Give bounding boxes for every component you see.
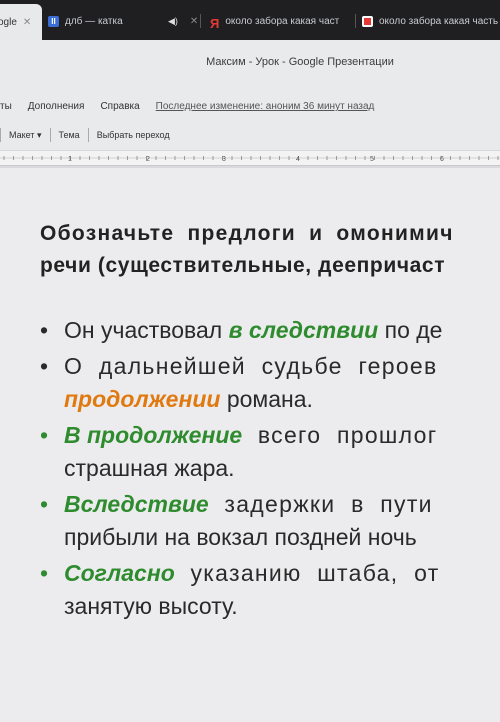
tab-google[interactable]: ogle ✕ (0, 4, 42, 40)
ruler-number: 3 (222, 156, 226, 163)
highlight-word: В продолжение (64, 422, 243, 448)
bullet-text: всего прошлог (242, 422, 438, 448)
list-item: • Вследствие задержки в пути прибыли на … (40, 488, 500, 554)
ruler-number: 2 (146, 156, 150, 163)
last-edit-link[interactable]: Последнее изменение: аноним 36 минут наз… (156, 101, 375, 112)
bullet-text: романа. (220, 386, 313, 412)
list-item: • О дальнейшей судьбе героев продолжении… (40, 350, 500, 416)
bullet-dot-icon: • (40, 422, 49, 448)
ruler: 1 2 3 4 5 6 (0, 151, 500, 166)
tab-search-second[interactable]: около забора какая часть (362, 6, 500, 36)
tab-divider (200, 14, 201, 28)
bullet-text: указанию штаба, от (174, 560, 440, 586)
tab-audio-controls[interactable]: ◀) ✕ (168, 6, 198, 36)
transition-button[interactable]: Выбрать переход (89, 130, 178, 140)
toolbar: Макет ▾ Тема Выбрать переход (0, 124, 178, 146)
speaker-icon[interactable]: ◀) (168, 16, 178, 27)
browser-tab-strip: ogle ✕ II длб — катка ◀) ✕ Я около забор… (0, 0, 500, 40)
menu-bar: ты Дополнения Справка Последнее изменени… (0, 101, 390, 112)
tab-label: около забора какая часть (379, 15, 499, 27)
tab-dlb-katka[interactable]: II длб — катка (48, 6, 158, 36)
menu-item-addons[interactable]: Дополнения (28, 101, 85, 112)
tab-divider (355, 14, 356, 28)
tab-search-yandex[interactable]: Я около забора какая част (210, 6, 352, 36)
bullet-text: задержки в пути (208, 491, 433, 517)
highlight-word: Согласно (64, 560, 175, 586)
bullet-dot-icon: • (40, 560, 49, 586)
ruler-ticks: 1 2 3 4 5 6 (0, 156, 500, 163)
bullet-text: Он участвовал (64, 317, 229, 343)
close-icon[interactable]: ✕ (23, 17, 31, 28)
menu-item-tools[interactable]: ты (0, 101, 12, 112)
ruler-number: 6 (440, 156, 444, 163)
heading-line-2: речи (существительные, деепричаст (40, 254, 446, 277)
theme-button[interactable]: Тема (51, 130, 88, 140)
docs-header: Максим - Урок - Google Презентации ты До… (0, 40, 500, 150)
bullet-text: занятую высоту. (64, 593, 238, 619)
bullet-text: прибыли на вокзал поздней ночь (64, 524, 417, 550)
tab-label: длб — катка (65, 15, 123, 27)
close-icon[interactable]: ✕ (190, 16, 198, 27)
bullet-text: О дальнейшей судьбе героев (64, 353, 438, 379)
pause-favicon-icon: II (48, 15, 59, 27)
bullet-list[interactable]: • Он участвовал в следствии по де • О да… (40, 314, 500, 626)
highlight-word: в следствии (228, 317, 379, 343)
menu-item-help[interactable]: Справка (100, 101, 139, 112)
list-item: • Он участвовал в следствии по де (40, 314, 500, 347)
bullet-text: по де (378, 317, 443, 343)
document-title[interactable]: Максим - Урок - Google Презентации (0, 56, 500, 68)
list-item: • В продолжение всего прошлог страшная ж… (40, 419, 500, 485)
bullet-dot-icon: • (40, 491, 49, 517)
highlight-word: продолжении (64, 386, 221, 412)
slide-canvas[interactable]: Обозначьте предлоги и омонимич речи (сущ… (0, 168, 500, 722)
bullet-dot-icon: • (40, 317, 49, 343)
ruler-number: 5 (370, 156, 374, 163)
heading-line-1: Обозначьте предлоги и омонимич (40, 222, 454, 245)
bullet-dot-icon: • (40, 353, 49, 379)
slide-heading[interactable]: Обозначьте предлоги и омонимич речи (сущ… (40, 218, 500, 282)
ruler-number: 4 (296, 156, 300, 163)
bullet-text: страшная жара. (64, 455, 235, 481)
tab-label: ogle (0, 16, 17, 28)
tab-label: около забора какая част (225, 15, 340, 27)
layout-button[interactable]: Макет ▾ (1, 130, 50, 141)
ruler-number: 1 (68, 156, 72, 163)
yandex-icon: Я (210, 15, 220, 31)
highlight-word: Вследствие (64, 491, 209, 517)
list-item: • Согласно указанию штаба, от занятую вы… (40, 557, 500, 623)
red-square-favicon-icon (362, 15, 373, 27)
